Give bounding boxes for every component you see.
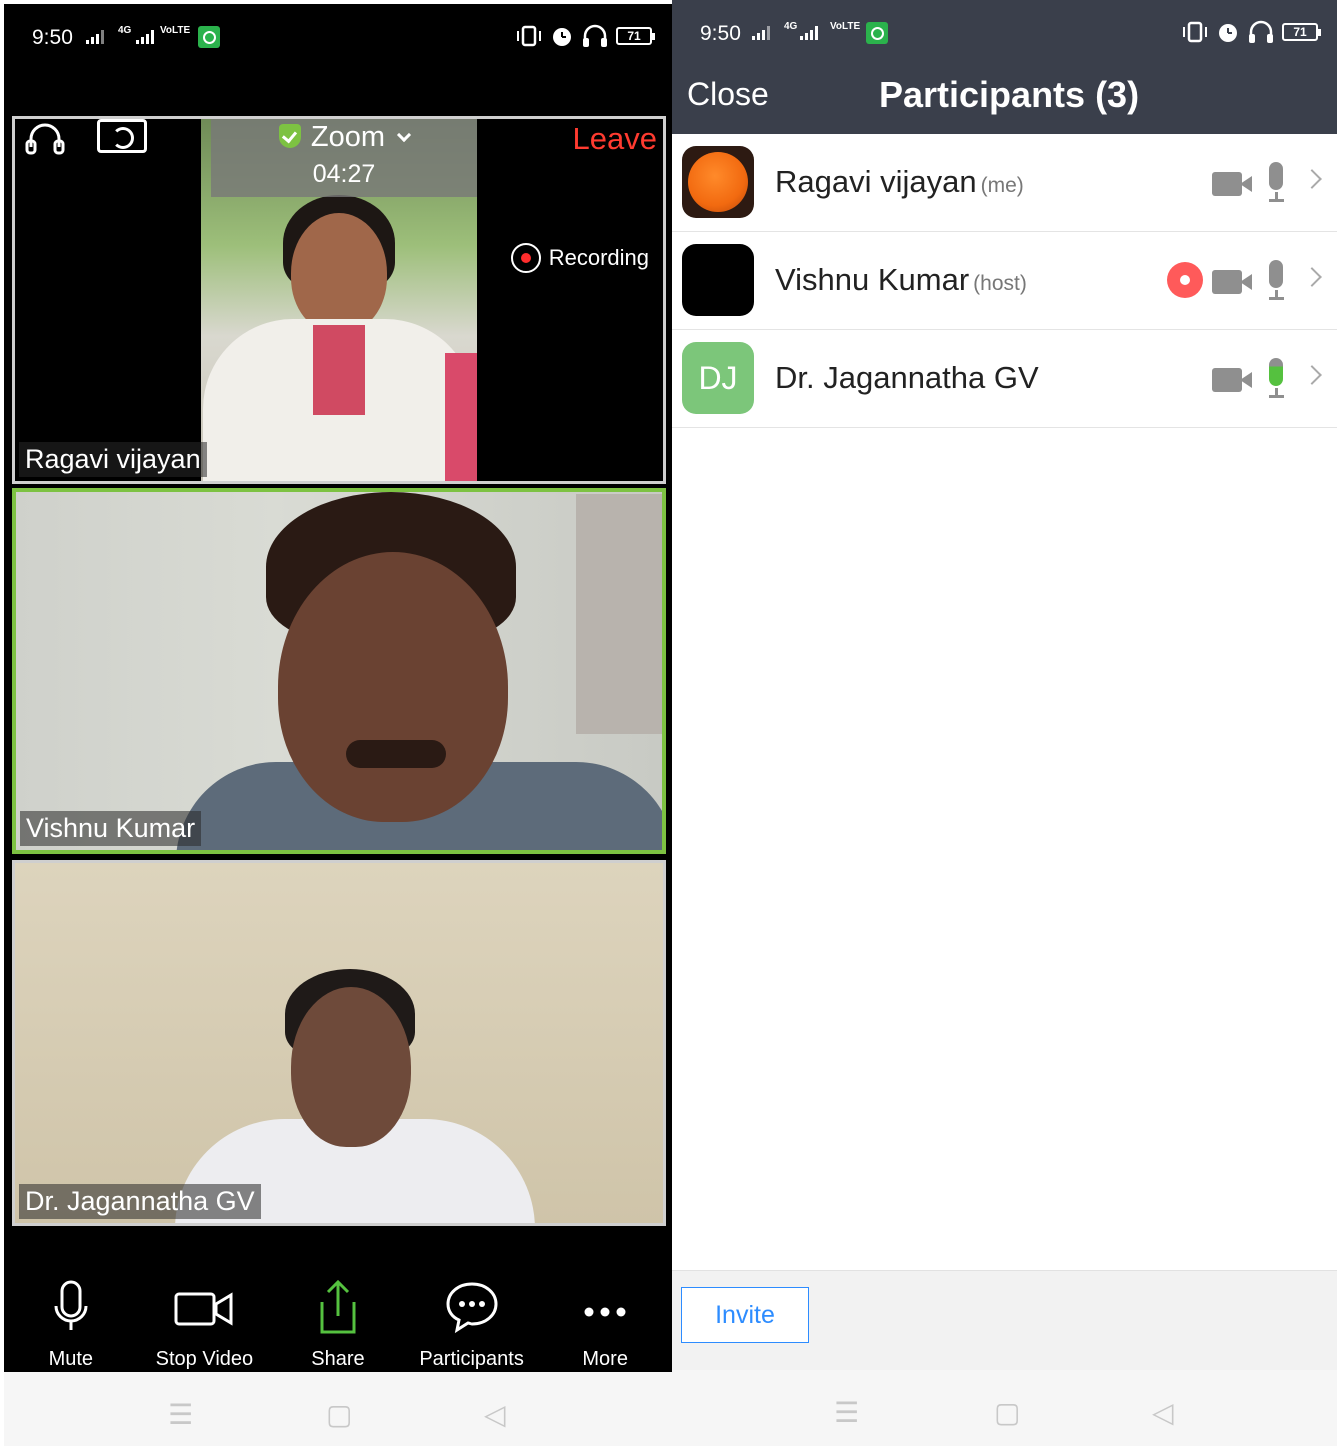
recording-label: Recording <box>548 245 649 270</box>
participants-screen: 9:50 4G VoLTE 71 Close Participants (3) … <box>672 0 1337 1446</box>
close-button[interactable]: Close <box>687 76 769 113</box>
shield-icon <box>278 124 301 148</box>
switch-camera-icon[interactable] <box>97 119 147 153</box>
participant-tag: (host) <box>973 272 1027 295</box>
status-icons: 71 <box>1182 20 1321 44</box>
meeting-timer: 04:27 <box>312 160 376 188</box>
chat-bubble-icon <box>446 1282 498 1334</box>
avatar <box>682 244 754 316</box>
audio-headset-icon[interactable] <box>23 121 67 157</box>
leave-button[interactable]: Leave <box>573 121 657 157</box>
menu-icon[interactable]: ☰ <box>168 1398 193 1431</box>
panel-title: Participants (3) <box>879 74 1140 115</box>
participant-row[interactable]: Vishnu Kumar (host) <box>672 232 1337 330</box>
menu-icon[interactable]: ☰ <box>834 1396 859 1429</box>
participants-button[interactable]: Participants <box>407 1278 537 1372</box>
avatar <box>682 146 754 218</box>
back-icon[interactable]: ◁ <box>484 1398 506 1431</box>
share-icon <box>320 1279 356 1334</box>
video-camera-icon <box>1212 172 1254 196</box>
android-nav-bar: ☰ ▢ ◁ <box>672 1370 1337 1446</box>
stop-video-button[interactable]: Stop Video <box>139 1278 269 1372</box>
participant-name: Dr. Jagannatha GV <box>775 360 1039 395</box>
status-icons: 71 <box>516 24 655 48</box>
home-icon[interactable]: ▢ <box>994 1396 1020 1429</box>
video-camera-icon <box>174 1292 233 1326</box>
battery-indicator: 71 <box>616 27 655 45</box>
video-tile[interactable]: Dr. Jagannatha GV <box>12 860 666 1226</box>
recording-badge-icon <box>1167 262 1203 298</box>
alarm-icon <box>1219 24 1237 42</box>
microphone-icon <box>1264 162 1288 202</box>
tile-name-label: Ragavi vijayan <box>19 442 207 477</box>
participant-row[interactable]: Ragavi vijayan (me) <box>672 134 1337 232</box>
microphone-icon <box>54 1280 88 1330</box>
volte-indicator: VoLTE <box>160 25 191 36</box>
signal-icon <box>752 26 770 40</box>
volte-indicator: VoLTE <box>830 21 861 32</box>
chevron-down-icon <box>396 127 412 143</box>
participant-name: Ragavi vijayan (me) <box>775 164 1024 199</box>
android-nav-bar: ☰ ▢ ◁ <box>4 1372 672 1446</box>
network-indicator: 4G <box>118 25 132 36</box>
battery-indicator: 71 <box>1282 23 1321 41</box>
tile-name-label: Dr. Jagannatha GV <box>19 1184 261 1219</box>
signal2-icon <box>136 30 154 44</box>
chevron-right-icon <box>1302 267 1322 287</box>
participant-name: Vishnu Kumar (host) <box>775 262 1027 297</box>
home-icon[interactable]: ▢ <box>326 1398 352 1431</box>
video-tile-active-speaker[interactable]: Vishnu Kumar <box>12 488 666 854</box>
meeting-toolbar: Mute Stop Video Share Participants More <box>4 1278 672 1372</box>
video-camera-icon <box>1212 270 1254 294</box>
avatar-initials: DJ <box>682 342 754 414</box>
meeting-top-bar: Zoom 04:27 Leave <box>15 119 663 199</box>
meeting-screen: 9:50 4G VoLTE 71 Zoom 04:27 Leave Record… <box>4 4 672 1446</box>
headset-icon <box>1249 20 1273 43</box>
whatsapp-icon <box>866 22 888 44</box>
record-icon <box>510 243 541 273</box>
meeting-title-button[interactable]: Zoom 04:27 <box>211 119 477 197</box>
participant-tag: (me) <box>980 174 1024 197</box>
headset-icon <box>583 24 607 47</box>
share-button[interactable]: Share <box>273 1278 403 1372</box>
meeting-title: Zoom <box>310 121 386 153</box>
participants-list: Ragavi vijayan (me) Vishnu Kumar (host) DJ… <box>672 134 1337 428</box>
status-bar: 9:50 4G VoLTE 71 <box>4 4 672 72</box>
status-time: 9:50 <box>32 26 73 49</box>
whatsapp-icon <box>198 26 220 48</box>
microphone-icon <box>1264 260 1288 300</box>
invite-button[interactable]: Invite <box>681 1287 809 1343</box>
alarm-icon <box>553 28 571 46</box>
chevron-right-icon <box>1302 365 1322 385</box>
network-indicator: 4G <box>784 21 798 32</box>
participants-header: 9:50 4G VoLTE 71 Close Participants (3) <box>672 0 1337 134</box>
video-tile-self[interactable]: Zoom 04:27 Leave Recording Ragavi vijaya… <box>12 116 666 484</box>
mute-button[interactable]: Mute <box>6 1278 136 1372</box>
chevron-right-icon <box>1302 169 1322 189</box>
back-icon[interactable]: ◁ <box>1152 1396 1174 1429</box>
microphone-active-icon <box>1264 358 1288 398</box>
recording-indicator: Recording <box>510 243 649 273</box>
status-time: 9:50 <box>700 22 741 45</box>
signal2-icon <box>800 26 818 40</box>
video-camera-icon <box>1212 368 1254 392</box>
more-button[interactable]: More <box>540 1278 670 1372</box>
participant-row[interactable]: DJ Dr. Jagannatha GV <box>672 330 1337 428</box>
tile-name-label: Vishnu Kumar <box>20 811 202 846</box>
vibrate-icon <box>517 25 541 47</box>
vibrate-icon <box>1183 21 1207 43</box>
participants-footer: Invite <box>672 1270 1337 1370</box>
signal-icon <box>86 30 104 44</box>
status-bar: 9:50 4G VoLTE 71 <box>672 0 1337 68</box>
more-dots-icon <box>584 1307 626 1317</box>
